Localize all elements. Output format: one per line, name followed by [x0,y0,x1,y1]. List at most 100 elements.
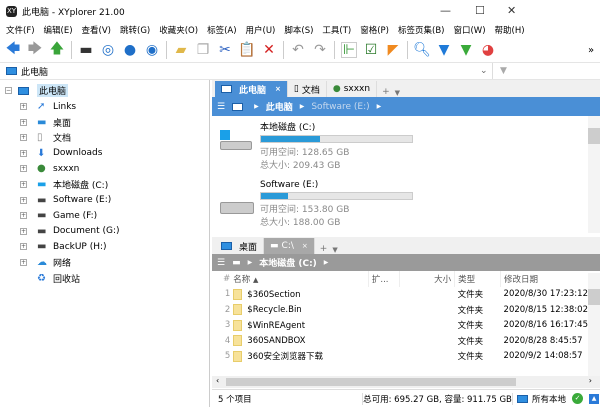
tab-menu-icon[interactable]: ▼ [395,89,400,97]
menu-file[interactable]: 文件(F) [6,24,35,36]
filter-icon[interactable]: ▼ [436,42,452,58]
up-arrow-icon[interactable]: 🡅 [49,41,65,58]
drive-c[interactable]: 本地磁盘 (C:) 可用空间: 128.65 GB 总大小: 209.43 GB [260,120,413,171]
search-circle-icon[interactable]: ● [122,42,138,58]
tree-item-this-pc[interactable]: − 此电脑 [5,83,69,98]
menu-view[interactable]: 查看(V) [82,24,111,36]
paste-icon[interactable]: 📋 [238,42,255,58]
computer-icon[interactable]: ▬ [78,42,94,58]
tree-item[interactable]: ♻ 回收站 [20,271,80,286]
search-icon[interactable]: 🔍︎ [413,42,431,58]
forward-arrow-icon[interactable]: 🡆 [27,41,43,58]
tree-item[interactable]: + ➚ Links [20,99,76,114]
panel-up-icon[interactable]: ▲ [589,393,600,404]
menu-tabsets[interactable]: 标签页集(B) [398,24,444,36]
col-type[interactable]: 类型 [454,271,502,287]
crumb-this-pc[interactable]: 此电脑 [266,100,293,113]
expand-toggle[interactable]: + [20,196,27,204]
tree-item[interactable]: + ▬ BackUP (H:) [20,239,107,254]
col-index[interactable]: # [212,271,233,287]
expand-toggle[interactable]: + [20,103,27,110]
tree-item[interactable]: + ▬ Game (F:) [20,208,97,223]
expand-toggle[interactable]: + [20,259,27,266]
tree-item[interactable]: + ▯ 文档 [20,130,71,145]
delete-icon[interactable]: ✕ [261,42,277,58]
crumb-local-disk[interactable]: 本地磁盘 (C:) [259,256,317,269]
tree-item[interactable]: + ▬ 本地磁盘 (C:) [20,177,108,192]
menu-user[interactable]: 用户(U) [246,24,276,36]
maximize-button[interactable]: ☐ [475,4,485,17]
new-folder-icon[interactable]: ▰ [173,42,189,58]
col-ext[interactable]: 扩... [368,271,401,287]
target-icon[interactable]: ◎ [100,42,116,58]
tab-desktop[interactable]: 桌面 [215,238,265,254]
menu-favorites[interactable]: 收藏夹(O) [159,24,198,36]
chevron-down-icon[interactable]: ⌄ [480,66,488,76]
crumb-software[interactable]: Software (E:) [311,102,369,112]
expand-toggle[interactable]: + [20,227,27,235]
table-row[interactable]: 1 $360Section 文件夹 2020/8/30 17:23:12 [212,287,588,303]
vertical-scrollbar[interactable] [588,116,600,233]
col-size[interactable]: 大小 [399,271,456,287]
expand-toggle[interactable]: + [20,181,27,188]
horizontal-scrollbar[interactable]: ‹ › [212,376,600,388]
expand-toggle[interactable]: + [20,243,27,251]
redo-icon[interactable]: ↷ [312,42,328,58]
undo-icon[interactable]: ↶ [290,42,306,58]
address-input[interactable]: 此电脑 [21,65,48,78]
tree-item[interactable]: + ☁ 网络 [20,255,71,270]
hamburger-icon[interactable]: ☰ [217,102,225,112]
vertical-scrollbar[interactable] [588,273,600,377]
check-icon[interactable]: ✓ [572,393,584,404]
close-button[interactable]: ✕ [507,4,516,17]
tree-icon[interactable]: ⊩ [341,42,357,58]
location-filter[interactable]: 所有本地 [512,392,566,405]
menu-panes[interactable]: 窗格(P) [360,24,389,36]
copy-icon[interactable]: ❐ [195,42,211,58]
back-arrow-icon[interactable]: 🡄 [5,41,21,58]
hamburger-icon[interactable]: ☰ [217,258,225,268]
close-tab-icon[interactable]: × [302,242,308,250]
menu-help[interactable]: 帮助(H) [495,24,525,36]
minimize-button[interactable]: — [440,4,451,17]
table-row[interactable]: 3 $WinREAgent 文件夹 2020/8/16 16:17:45 [212,318,588,334]
filter-icon[interactable]: ▼ [500,66,507,76]
menu-tabs[interactable]: 标签(A) [207,24,236,36]
expand-toggle[interactable]: + [20,149,27,157]
pie-chart-icon[interactable]: ◕ [480,42,496,58]
drive-e[interactable]: Software (E:) 可用空间: 153.80 GB 总大小: 188.0… [260,180,413,228]
toolbar-more-button[interactable]: » [588,45,594,56]
tab-c-drive[interactable]: ▬ C:\ × [264,238,315,254]
goto-icon[interactable]: ◉ [144,42,160,58]
menu-edit[interactable]: 编辑(E) [44,24,73,36]
tree-item[interactable]: + ⬇ Downloads [20,146,102,161]
expand-toggle[interactable]: + [20,118,27,126]
expand-toggle[interactable]: + [20,212,27,220]
table-row[interactable]: 5 360安全浏览器下载 文件夹 2020/9/2 14:08:57 [212,349,588,365]
new-tab-button[interactable]: + [377,87,395,97]
menu-script[interactable]: 脚本(S) [284,24,313,36]
tree-item[interactable]: + ● sxxxn [20,161,79,176]
close-tab-icon[interactable]: × [275,85,281,93]
expand-toggle[interactable]: + [20,165,27,173]
tree-item[interactable]: + ▬ 桌面 [20,115,71,130]
expand-toggle[interactable]: + [20,134,27,142]
cut-icon[interactable]: ✂ [217,42,233,58]
menu-tools[interactable]: 工具(T) [322,24,351,36]
tab-this-pc[interactable]: 此电脑 × [215,81,288,97]
tab-menu-icon[interactable]: ▼ [332,246,337,254]
green-filter-icon[interactable]: ▼ [458,42,474,58]
checkbox-icon[interactable]: ☑ [363,42,379,58]
pizza-icon[interactable]: ◤ [385,42,401,58]
menu-window[interactable]: 窗口(W) [453,24,485,36]
col-name[interactable]: 名称 ▲ [233,271,369,287]
tree-item[interactable]: + ▬ Document (G:) [20,224,120,239]
tab-user[interactable]: ● sxxxn [327,81,378,97]
menu-go[interactable]: 跳转(G) [120,24,150,36]
collapse-toggle[interactable]: − [5,87,12,94]
table-row[interactable]: 4 360SANDBOX 文件夹 2020/8/28 8:45:57 [212,333,588,349]
col-modified[interactable]: 修改日期 [501,271,588,287]
tab-documents[interactable]: ▯ 文档 [288,81,327,97]
tree-item[interactable]: + ▬ Software (E:) [20,193,111,208]
address-bar[interactable]: 此电脑 ⌄ ▼ [0,62,600,80]
